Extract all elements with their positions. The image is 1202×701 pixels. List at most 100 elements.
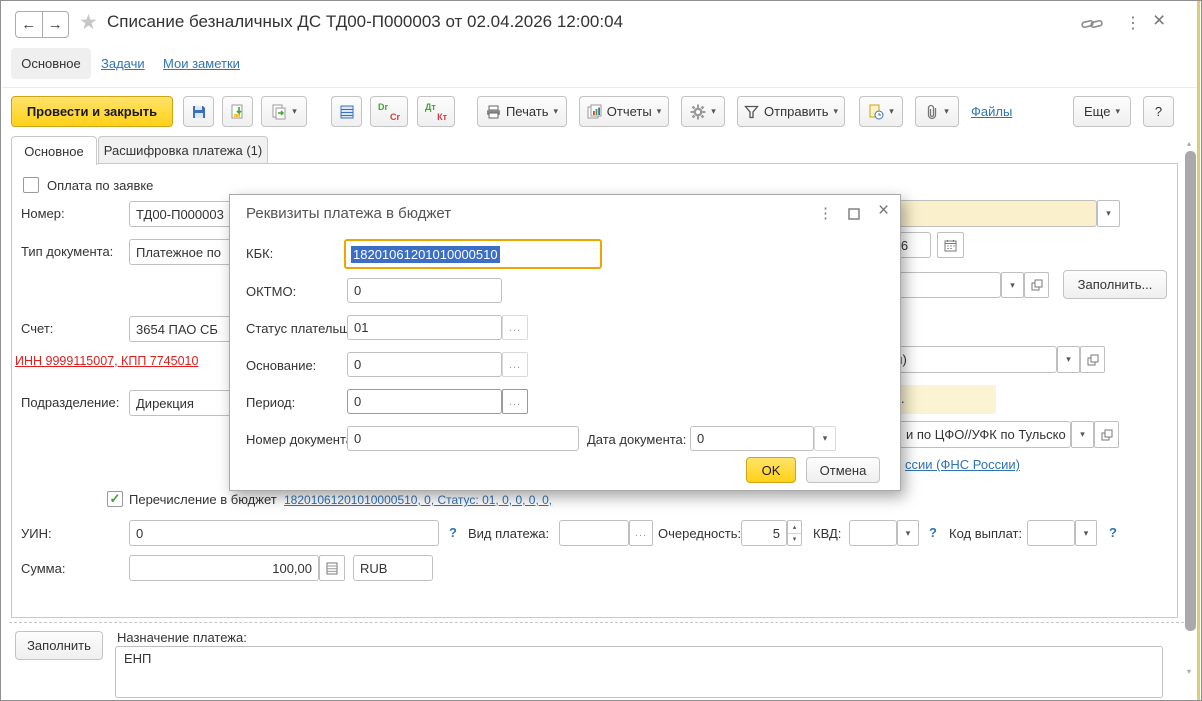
save-icon	[191, 104, 207, 120]
doc-number-field[interactable]: 0	[347, 426, 579, 451]
copy-icon	[271, 104, 287, 120]
fns-recipient-link[interactable]: ссии (ФНС России)	[905, 457, 1020, 472]
purpose-label: Назначение платежа:	[117, 630, 247, 645]
amount-calculator-button[interactable]	[319, 555, 345, 581]
kvd-help-icon[interactable]: ?	[929, 525, 937, 540]
nav-link-tasks[interactable]: Задачи	[101, 56, 145, 71]
dt-kt-button[interactable]: Дт Кт	[417, 96, 455, 127]
basis-field[interactable]: 0	[347, 352, 502, 377]
doc-date-field[interactable]: 0	[690, 426, 814, 451]
document-clock-icon	[868, 104, 884, 120]
number-label: Номер:	[21, 206, 65, 221]
inn-kpp-link[interactable]: ИНН 9999115007, КПП 7745010	[15, 354, 198, 368]
favorite-star-icon[interactable]: ★	[79, 10, 98, 35]
send-button[interactable]: Отправить ▾	[737, 96, 845, 127]
tab-payment-breakdown[interactable]: Расшифровка платежа (1)	[98, 136, 268, 164]
budget-transfer-checkbox[interactable]: ✓	[107, 491, 123, 507]
post-and-close-button[interactable]: Провести и закрыть	[11, 96, 173, 127]
nav-link-notes[interactable]: Мои заметки	[163, 56, 240, 71]
uin-field[interactable]: 0	[129, 520, 439, 546]
reports-button[interactable]: Отчеты ▾	[579, 96, 669, 127]
deferred-doc-button[interactable]: ▾	[859, 96, 903, 127]
copy-button[interactable]: ▾	[261, 96, 307, 127]
open-in-form-icon	[1031, 279, 1043, 291]
currency-field[interactable]: RUB	[353, 555, 433, 581]
payer-status-select-button[interactable]: ...	[502, 315, 528, 340]
account-label: Счет:	[21, 321, 53, 336]
kbk-field[interactable]: 18201061201010000510	[344, 239, 602, 269]
footer-separator	[9, 622, 1189, 623]
post-document-icon	[230, 104, 246, 120]
dr-cr-button[interactable]: Dr Cr	[370, 96, 408, 127]
scrollbar-up-icon[interactable]: ▴	[1187, 139, 1191, 148]
files-link[interactable]: Файлы	[971, 104, 1012, 119]
dr-cr-icon: Dr Cr	[378, 102, 400, 122]
open-in-form-icon	[1087, 354, 1099, 366]
help-button[interactable]: ?	[1143, 96, 1174, 127]
operation-type-dropdown-button[interactable]: ▾	[1097, 200, 1120, 227]
recipient-bank-open-button[interactable]	[1094, 421, 1119, 448]
scrollbar-thumb[interactable]	[1185, 151, 1196, 631]
payout-code-help-icon[interactable]: ?	[1109, 525, 1117, 540]
attachments-button[interactable]: ▾	[915, 96, 959, 127]
uin-label: УИН:	[21, 526, 52, 541]
forward-button[interactable]: →	[43, 12, 69, 37]
calculator-icon	[326, 562, 338, 575]
oktmo-field[interactable]: 0	[347, 278, 502, 303]
kvd-dropdown-button[interactable]: ▾	[897, 520, 919, 546]
doc-type-label: Тип документа:	[21, 244, 113, 259]
settings-button[interactable]: ▾	[681, 96, 725, 127]
open-in-form-icon	[1101, 429, 1113, 441]
scrollbar-down-icon[interactable]: ▾	[1187, 667, 1191, 676]
dialog-title: Реквизиты платежа в бюджет	[246, 205, 451, 222]
payee-account-open-button[interactable]	[1024, 272, 1049, 298]
cancel-button[interactable]: Отмена	[806, 457, 880, 483]
dt-kt-icon: Дт Кт	[425, 102, 447, 122]
dialog-close-icon[interactable]: ×	[878, 200, 889, 222]
payer-status-field[interactable]: 01	[347, 315, 502, 340]
recipient-dropdown-button[interactable]: ▾	[1057, 346, 1080, 373]
date-calendar-button[interactable]	[937, 232, 964, 258]
recipient-note-highlight: .	[894, 385, 996, 414]
uin-help-icon[interactable]: ?	[449, 525, 457, 540]
registers-button[interactable]	[331, 96, 362, 127]
period-field[interactable]: 0	[347, 389, 502, 414]
get-link-icon[interactable]	[1081, 17, 1103, 31]
recipient-bank-dropdown-button[interactable]: ▾	[1071, 421, 1094, 448]
ok-button[interactable]: OK	[746, 457, 796, 483]
payout-code-dropdown-button[interactable]: ▾	[1075, 520, 1097, 546]
payment-kind-field[interactable]	[559, 520, 629, 546]
dialog-menu-icon[interactable]: ⋮	[818, 204, 833, 222]
basis-select-button[interactable]: ...	[502, 352, 528, 377]
fill-purpose-button[interactable]: Заполнить	[15, 631, 103, 660]
kvd-field[interactable]	[849, 520, 897, 546]
more-button[interactable]: Еще ▾	[1073, 96, 1131, 127]
print-button[interactable]: Печать ▾	[477, 96, 567, 127]
payment-kind-select-button[interactable]: ...	[629, 520, 653, 546]
pay-by-request-checkbox[interactable]	[23, 177, 39, 193]
window-close-icon[interactable]: ×	[1153, 9, 1165, 33]
payout-code-field[interactable]	[1027, 520, 1075, 546]
spinner-down-icon[interactable]: ▾	[788, 534, 801, 546]
payee-account-dropdown-button[interactable]: ▾	[1001, 272, 1024, 298]
post-document-button[interactable]	[222, 96, 253, 127]
period-select-button[interactable]: ...	[502, 389, 528, 414]
spinner-up-icon[interactable]: ▴	[788, 521, 801, 534]
priority-field[interactable]: 5	[741, 520, 787, 546]
fill-right-button[interactable]: Заполнить...	[1063, 270, 1167, 299]
dialog-maximize-icon[interactable]	[848, 208, 860, 220]
doc-date-dropdown-button[interactable]: ▾	[814, 426, 836, 451]
priority-label: Очередность:	[658, 526, 741, 541]
budget-details-link[interactable]: 18201061201010000510, 0, Статус: 01, 0, …	[284, 493, 552, 507]
nav-item-main[interactable]: Основное	[11, 48, 91, 79]
recipient-open-button[interactable]	[1080, 346, 1105, 373]
back-button[interactable]: ←	[16, 12, 43, 37]
tab-main[interactable]: Основное	[11, 136, 97, 165]
window-menu-icon[interactable]: ⋮	[1125, 13, 1141, 33]
purpose-textarea[interactable]: ЕНП	[115, 646, 1163, 698]
amount-field[interactable]: 100,00	[129, 555, 319, 581]
period-label: Период:	[246, 395, 295, 410]
budget-payment-dialog: Реквизиты платежа в бюджет ⋮ × КБК: 1820…	[229, 194, 901, 491]
priority-spinner[interactable]: ▴ ▾	[787, 520, 802, 546]
save-button[interactable]	[183, 96, 214, 127]
